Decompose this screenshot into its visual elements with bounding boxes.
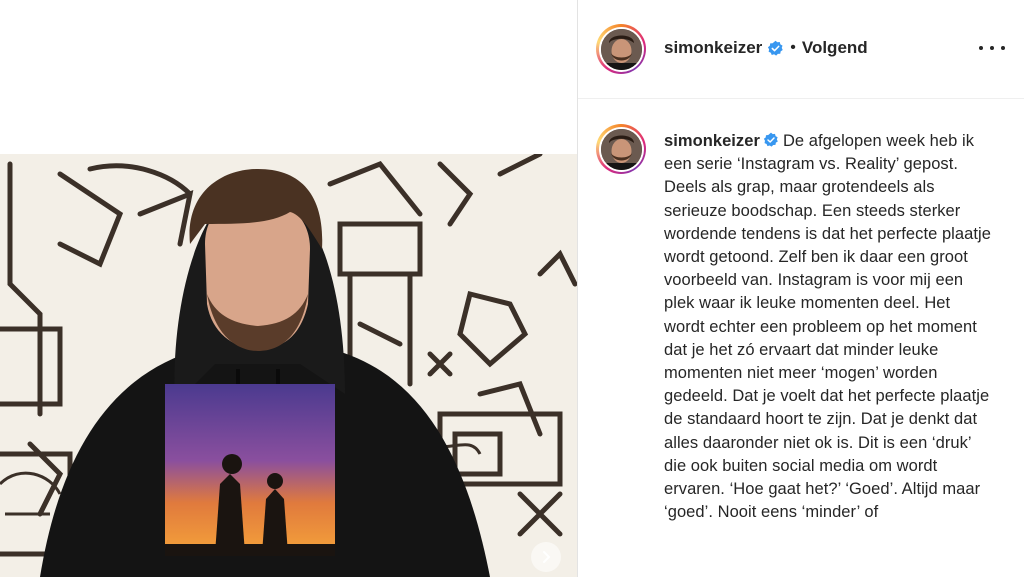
avatar[interactable] <box>596 24 646 74</box>
following-button[interactable]: Volgend <box>802 38 868 58</box>
more-options-icon <box>979 46 983 50</box>
verified-badge-icon <box>768 40 783 56</box>
avatar-image <box>600 28 642 70</box>
caption-username-link[interactable]: simonkeizer <box>664 132 760 150</box>
header-user-row: simonkeizer • Volgend <box>664 36 868 60</box>
more-options-button[interactable] <box>979 38 1005 58</box>
caption-text: De afgelopen week heb ik een serie ‘Inst… <box>664 132 991 522</box>
photo-illustration <box>0 154 577 577</box>
post-media-area <box>0 0 577 577</box>
post-side-panel: simonkeizer • Volgend simonkeizer De afg… <box>577 0 1024 577</box>
next-photo-button[interactable] <box>531 542 561 572</box>
chevron-right-icon <box>543 551 551 563</box>
caption-avatar[interactable] <box>596 124 646 174</box>
verified-badge-icon <box>763 132 778 147</box>
avatar-image <box>600 128 642 170</box>
post-caption: simonkeizer De afgelopen week heb ik een … <box>664 130 994 524</box>
post-header: simonkeizer • Volgend <box>578 0 1024 99</box>
username-link[interactable]: simonkeizer <box>664 38 762 58</box>
separator-dot: • <box>790 39 796 56</box>
post-photo[interactable] <box>0 154 577 577</box>
